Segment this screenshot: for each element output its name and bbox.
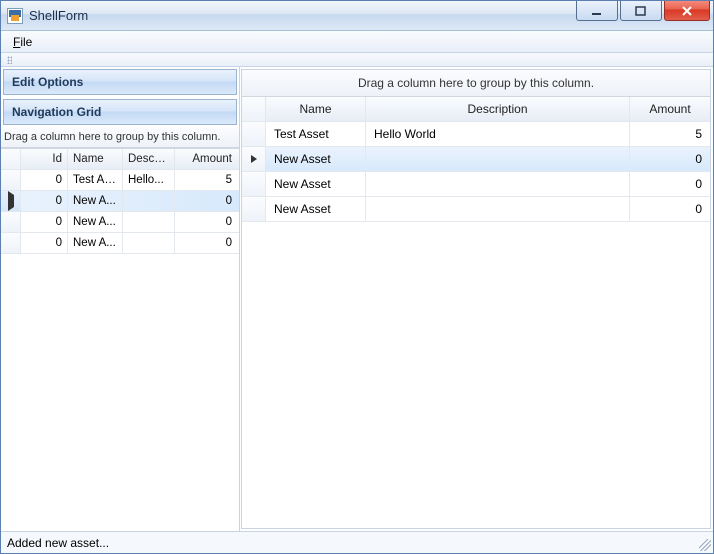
cell-amount[interactable]: 0 <box>630 172 710 196</box>
cell-amount[interactable]: 0 <box>175 233 237 253</box>
cell-name[interactable]: Test Asset <box>266 122 366 146</box>
table-row[interactable]: 0New A...0 <box>1 233 239 254</box>
table-row[interactable]: New Asset 0 <box>242 172 710 197</box>
left-panel: Edit Options Navigation Grid Drag a colu… <box>1 67 240 531</box>
cell-id[interactable]: 0 <box>21 233 68 253</box>
row-indicator <box>1 170 21 190</box>
cell-name[interactable]: New Asset <box>266 172 366 196</box>
col-amount[interactable]: Amount <box>630 97 710 121</box>
col-id[interactable]: Id <box>21 149 68 169</box>
left-grid-container: Drag a column here to group by this colu… <box>1 127 239 531</box>
cell-name[interactable]: New A... <box>68 212 123 232</box>
cell-desc[interactable] <box>123 212 175 232</box>
statusbar: Added new asset... <box>1 531 713 553</box>
row-indicator <box>1 212 21 232</box>
app-window: ShellForm File Edit Options Navigation G… <box>0 0 714 554</box>
left-grid-header[interactable]: Id Name Descri... Amount <box>1 149 239 170</box>
cell-desc[interactable] <box>123 233 175 253</box>
col-name[interactable]: Name <box>266 97 366 121</box>
cell-id[interactable]: 0 <box>21 170 68 190</box>
table-row[interactable]: 0New A...0 <box>1 212 239 233</box>
maximize-button[interactable] <box>620 1 662 21</box>
window-controls <box>575 1 713 30</box>
current-row-icon <box>8 191 14 211</box>
col-desc[interactable]: Description <box>366 97 630 121</box>
row-indicator-header <box>242 97 266 121</box>
row-indicator <box>1 191 21 211</box>
col-name[interactable]: Name <box>68 149 123 169</box>
cell-name[interactable]: New A... <box>68 233 123 253</box>
row-indicator <box>242 172 266 196</box>
menubar: File <box>1 31 713 53</box>
menu-file[interactable]: File <box>7 33 38 51</box>
cell-desc[interactable]: Hello World <box>366 122 630 146</box>
minimize-button[interactable] <box>576 1 618 21</box>
table-row[interactable]: New Asset 0 <box>242 147 710 172</box>
cell-name[interactable]: New Asset <box>266 197 366 221</box>
cell-id[interactable]: 0 <box>21 212 68 232</box>
row-indicator <box>242 197 266 221</box>
close-button[interactable] <box>664 1 710 21</box>
cell-amount[interactable]: 0 <box>630 197 710 221</box>
cell-amount[interactable]: 0 <box>630 147 710 171</box>
row-indicator <box>242 147 266 171</box>
cell-name[interactable]: New Asset <box>266 147 366 171</box>
right-group-banner[interactable]: Drag a column here to group by this colu… <box>242 70 710 97</box>
close-icon <box>681 6 693 16</box>
cell-desc[interactable] <box>123 191 175 211</box>
right-grid-header[interactable]: Name Description Amount <box>242 97 710 122</box>
cell-id[interactable]: 0 <box>21 191 68 211</box>
edit-options-header[interactable]: Edit Options <box>3 69 237 95</box>
table-row[interactable]: New Asset 0 <box>242 197 710 222</box>
resize-grip-icon[interactable] <box>699 539 711 551</box>
table-row[interactable]: Test AssetHello World5 <box>242 122 710 147</box>
cell-name[interactable]: New A... <box>68 191 123 211</box>
cell-amount[interactable]: 5 <box>175 170 237 190</box>
row-indicator <box>1 233 21 253</box>
status-text: Added new asset... <box>7 536 109 550</box>
col-desc[interactable]: Descri... <box>123 149 175 169</box>
row-indicator <box>242 122 266 146</box>
body: Edit Options Navigation Grid Drag a colu… <box>1 67 713 531</box>
cell-name[interactable]: Test As... <box>68 170 123 190</box>
window-title: ShellForm <box>29 8 575 23</box>
app-icon <box>7 8 23 24</box>
titlebar[interactable]: ShellForm <box>1 1 713 31</box>
toolstrip <box>1 53 713 67</box>
toolstrip-grip-icon[interactable] <box>7 56 12 64</box>
maximize-icon <box>635 6 647 16</box>
left-grid[interactable]: Id Name Descri... Amount 0Test As...Hell… <box>1 148 239 254</box>
cell-desc[interactable] <box>366 147 630 171</box>
current-row-icon <box>251 155 257 163</box>
col-amount[interactable]: Amount <box>175 149 237 169</box>
table-row[interactable]: 0New A...0 <box>1 191 239 212</box>
right-panel: Drag a column here to group by this colu… <box>241 69 711 529</box>
cell-desc[interactable] <box>366 197 630 221</box>
minimize-icon <box>591 6 603 16</box>
cell-desc[interactable]: Hello... <box>123 170 175 190</box>
cell-amount[interactable]: 5 <box>630 122 710 146</box>
cell-amount[interactable]: 0 <box>175 212 237 232</box>
cell-amount[interactable]: 0 <box>175 191 237 211</box>
table-row[interactable]: 0Test As...Hello...5 <box>1 170 239 191</box>
left-group-banner[interactable]: Drag a column here to group by this colu… <box>1 127 239 148</box>
cell-desc[interactable] <box>366 172 630 196</box>
row-indicator-header <box>1 149 21 169</box>
navigation-grid-header[interactable]: Navigation Grid <box>3 99 237 125</box>
